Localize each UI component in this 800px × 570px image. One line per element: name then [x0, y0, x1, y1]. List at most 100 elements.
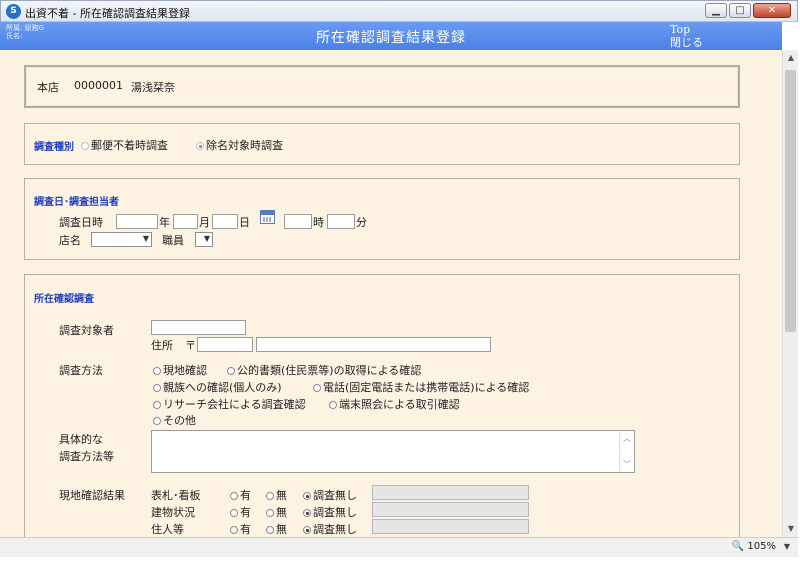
result-note-input[interactable] [372, 485, 529, 500]
address-label: 住所 [151, 339, 173, 352]
store-select[interactable]: ▼ [91, 232, 152, 247]
method-label: 調査方法 [59, 364, 103, 377]
result-option-yes[interactable]: 有 [230, 487, 251, 503]
chevron-up-icon[interactable]: ︿ [623, 433, 631, 444]
close-link[interactable]: 閉じる [670, 36, 703, 49]
result-row-label: 表札･看板 [151, 489, 201, 502]
branch-text: 本店 [37, 81, 59, 94]
day-unit: 日 [239, 216, 250, 229]
chevron-down-icon: ▼ [142, 234, 149, 243]
address-input[interactable] [256, 337, 491, 352]
survey-date-title: 調査日･調査担当者 [34, 197, 119, 208]
detail-label-line1: 具体的な [59, 433, 103, 446]
top-link[interactable]: Top [670, 23, 703, 36]
close-icon[interactable]: ✕ [753, 3, 791, 18]
method-option-research[interactable]: リサーチ会社による調査確認 [153, 396, 306, 412]
result-row-label: 建物状況 [151, 506, 195, 519]
chevron-down-icon: ▼ [203, 234, 210, 243]
page-title: 所在確認調査結果登録 [316, 30, 466, 46]
radio-icon[interactable] [153, 367, 161, 375]
method-option-relatives[interactable]: 親族への確認(個人のみ) [153, 379, 282, 395]
app-icon: S [6, 4, 21, 19]
chevron-down-icon[interactable]: ﹀ [623, 459, 631, 470]
result-option-none[interactable]: 調査無し [303, 504, 357, 520]
survey-type-label: 調査種別 [34, 142, 74, 153]
detail-textarea[interactable]: ︿ ﹀ [151, 430, 635, 473]
minimize-icon[interactable]: ▁ [705, 3, 727, 18]
radio-checked-icon[interactable] [303, 526, 311, 534]
datetime-label: 調査日時 [59, 216, 103, 229]
radio-checked-icon[interactable] [196, 142, 204, 150]
method-option-site[interactable]: 現地確認 [153, 362, 207, 378]
result-option-yes[interactable]: 有 [230, 521, 251, 537]
chevron-down-icon[interactable]: ▼ [786, 524, 796, 534]
minute-unit: 分 [356, 216, 367, 229]
postal-mark: 〒 [185, 339, 196, 352]
member-number: 0000001 [74, 79, 123, 92]
window-controls: ▁ □ ✕ [703, 3, 791, 20]
result-option-none[interactable]: 調査無し [303, 521, 357, 537]
window-title: 出資不着 - 所在確認調査結果登録 [25, 7, 190, 20]
result-row-label: 住人等 [151, 523, 184, 536]
radio-icon[interactable] [230, 492, 238, 500]
result-label: 現地確認結果 [59, 489, 125, 502]
radio-icon[interactable] [313, 384, 321, 392]
result-option-yes[interactable]: 有 [230, 504, 251, 520]
method-option-public-docs[interactable]: 公的書類(住民票等)の取得による確認 [227, 362, 421, 378]
month-input[interactable] [173, 214, 198, 229]
chevron-up-icon[interactable]: ▲ [786, 53, 796, 63]
result-note-input[interactable] [372, 519, 529, 534]
result-option-no[interactable]: 無 [266, 504, 287, 520]
survey-type-option-postal[interactable]: 郵便不着時調査 [81, 137, 168, 153]
status-bar: 🔍 105% ▼ [0, 537, 798, 557]
day-input[interactable] [212, 214, 238, 229]
radio-icon[interactable] [329, 401, 337, 409]
hour-unit: 時 [313, 216, 324, 229]
radio-icon[interactable] [230, 509, 238, 517]
textarea-scrollbar[interactable]: ︿ ﹀ [619, 431, 634, 472]
result-option-none[interactable]: 調査無し [303, 487, 357, 503]
survey-date-panel: 調査日･調査担当者 調査日時 年 月 日 時 分 店名 ▼ 職員 ▼ [24, 178, 740, 260]
radio-icon[interactable] [266, 509, 274, 517]
radio-icon[interactable] [227, 367, 235, 375]
radio-checked-icon[interactable] [303, 492, 311, 500]
staff-label: 職員 [162, 234, 184, 247]
postal-code-input[interactable] [197, 337, 253, 352]
result-note-input[interactable] [372, 502, 529, 517]
method-option-phone[interactable]: 電話(固定電話または携帯電話)による確認 [313, 379, 529, 395]
chevron-down-icon[interactable]: ▼ [784, 542, 790, 551]
radio-icon[interactable] [153, 417, 161, 425]
staff-select[interactable]: ▼ [195, 232, 213, 247]
survey-type-option-expulsion[interactable]: 除名対象時調査 [196, 137, 283, 153]
detail-label-line2: 調査方法等 [59, 450, 114, 463]
method-option-terminal[interactable]: 端末照会による取引確認 [329, 396, 460, 412]
radio-icon[interactable] [153, 401, 161, 409]
year-input[interactable] [116, 214, 158, 229]
radio-checked-icon[interactable] [303, 509, 311, 517]
hour-input[interactable] [284, 214, 312, 229]
target-input[interactable] [151, 320, 246, 335]
member-info-panel: 本店 0000001 湯浅栞奈 [24, 65, 740, 108]
radio-icon[interactable] [230, 526, 238, 534]
minute-input[interactable] [327, 214, 355, 229]
store-label: 店名 [59, 234, 81, 247]
radio-icon[interactable] [153, 384, 161, 392]
scrollbar-thumb[interactable] [785, 70, 796, 332]
method-option-other[interactable]: その他 [153, 412, 196, 428]
year-unit: 年 [159, 216, 170, 229]
header-links: Top 閉じる [670, 23, 703, 49]
survey-type-panel: 調査種別 郵便不着時調査 除名対象時調査 [24, 123, 740, 165]
zoom-level[interactable]: 🔍 105% [732, 541, 776, 552]
window-titlebar: S 出資不着 - 所在確認調査結果登録 ▁ □ ✕ [0, 0, 798, 22]
location-survey-title: 所在確認調査 [34, 294, 94, 305]
result-option-no[interactable]: 無 [266, 521, 287, 537]
radio-icon[interactable] [266, 526, 274, 534]
radio-icon[interactable] [266, 492, 274, 500]
maximize-icon[interactable]: □ [729, 3, 751, 18]
result-option-no[interactable]: 無 [266, 487, 287, 503]
target-label: 調査対象者 [59, 324, 114, 337]
page-scrollbar[interactable]: ▲ ▼ [782, 50, 798, 537]
member-name: 湯浅栞奈 [131, 81, 175, 94]
calendar-icon[interactable] [260, 210, 275, 224]
radio-icon[interactable] [81, 142, 89, 150]
